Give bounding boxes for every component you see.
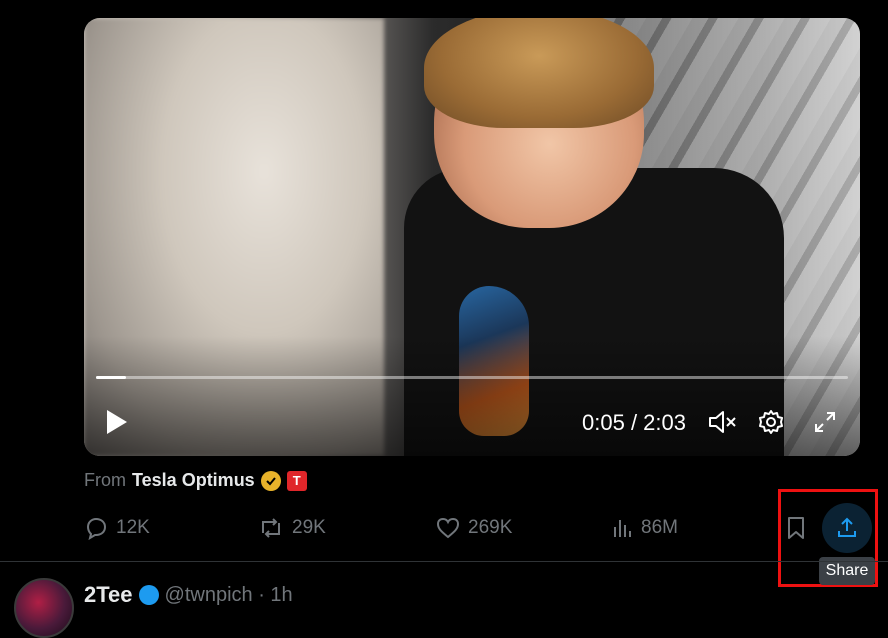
like-button[interactable]: 269K — [436, 512, 512, 544]
views-button[interactable]: 86M — [611, 512, 678, 544]
bookmark-button[interactable] — [786, 512, 806, 544]
repost-button[interactable]: 29K — [258, 512, 326, 544]
play-button[interactable] — [102, 404, 132, 440]
repost-icon — [262, 518, 280, 538]
video-frame-person-hair — [424, 18, 654, 128]
video-player[interactable]: 0:05 / 2:03 — [84, 18, 860, 456]
reply-button[interactable]: 12K — [84, 512, 150, 544]
video-controls-shade — [84, 336, 860, 456]
fullscreen-button[interactable] — [808, 404, 842, 440]
share-icon — [838, 517, 856, 537]
post-divider — [0, 561, 888, 562]
settings-button[interactable] — [754, 404, 788, 440]
bookmark-icon — [788, 517, 804, 539]
verified-gold-icon — [260, 470, 281, 491]
video-progress-bar[interactable] — [96, 376, 848, 379]
mute-icon — [709, 411, 736, 433]
next-post-header: 2Tee @twnpich · 1h — [84, 582, 293, 608]
views-chart-icon — [614, 520, 631, 537]
mute-button[interactable] — [706, 404, 740, 440]
next-post-handle[interactable]: @twnpich · 1h — [165, 584, 293, 607]
share-button[interactable] — [822, 503, 872, 553]
repost-count: 29K — [292, 517, 326, 538]
video-source-line: From Tesla Optimus T — [84, 470, 307, 491]
video-time: 0:05 / 2:03 — [582, 410, 686, 435]
settings-gear-icon — [759, 410, 783, 434]
next-post-author-name[interactable]: 2Tee — [84, 582, 133, 608]
reply-icon — [86, 517, 107, 540]
avatar[interactable] — [14, 578, 74, 638]
like-count: 269K — [468, 517, 513, 538]
video-progress-fill — [96, 376, 127, 379]
views-count: 86M — [641, 517, 678, 538]
tesla-logo-icon: T — [286, 470, 307, 491]
fullscreen-icon — [815, 412, 835, 432]
source-account-name[interactable]: Tesla Optimus — [132, 470, 255, 491]
like-heart-icon — [436, 517, 460, 539]
reply-count: 12K — [116, 517, 150, 538]
from-prefix: From — [84, 470, 126, 490]
verified-blue-icon — [138, 585, 159, 605]
play-icon — [107, 410, 127, 434]
